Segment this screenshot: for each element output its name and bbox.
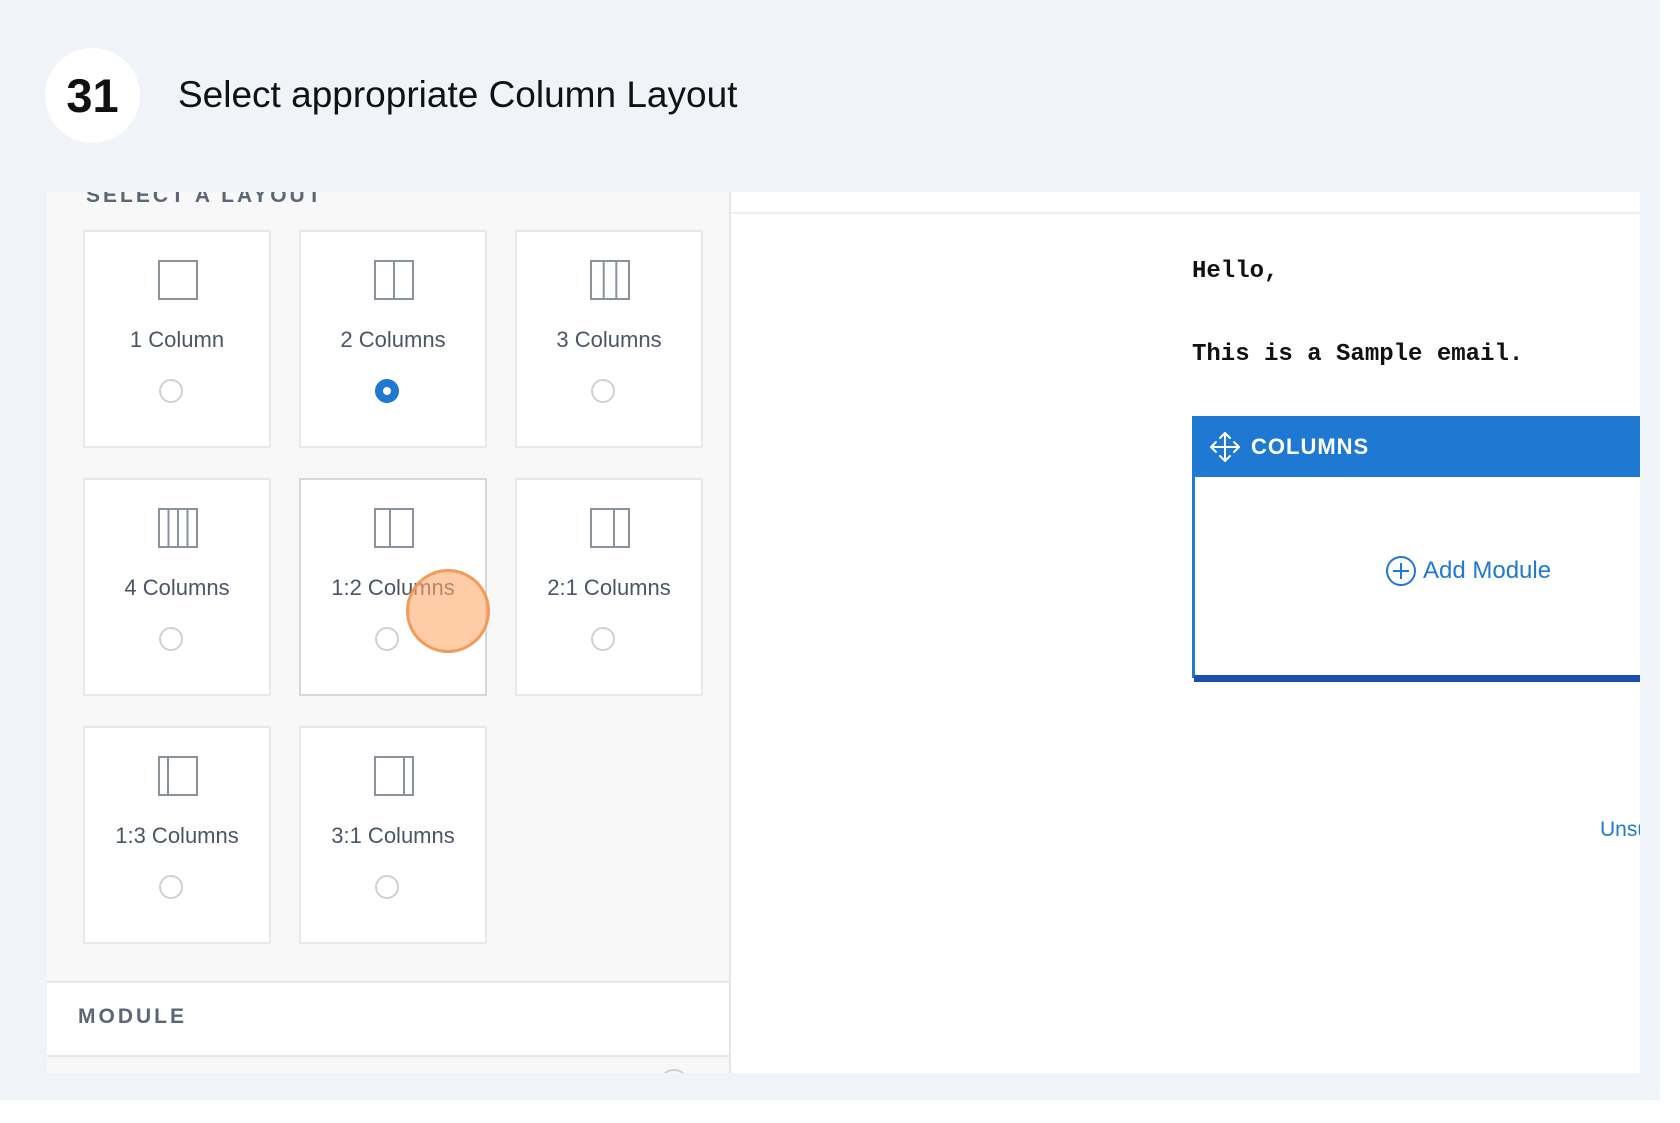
three-columns-icon: [590, 260, 630, 300]
layout-option-label: 2:1 Columns: [547, 575, 671, 600]
screenshot-frame: SELECT A LAYOUT 1 Column 2 Columns 3 Col…: [47, 192, 1640, 1073]
click-indicator: [406, 569, 490, 653]
email-preview: Hello, This is a Sample email. COLUMNS A…: [731, 192, 1640, 1073]
layout-option-label: 4 Columns: [124, 575, 230, 600]
columns-block-header[interactable]: COLUMNS: [1195, 419, 1640, 477]
divider: [731, 212, 1640, 214]
layout-option-2-columns[interactable]: 2 Columns: [299, 230, 487, 448]
move-icon[interactable]: [1209, 431, 1241, 463]
columns-block-title: COLUMNS: [1251, 434, 1370, 459]
layout-option-4-columns[interactable]: 4 Columns: [83, 478, 271, 696]
columns-block-underline: [1194, 675, 1640, 682]
layout-option-3-columns[interactable]: 3 Columns: [515, 230, 703, 448]
two-one-columns-icon: [590, 508, 630, 548]
layout-radio[interactable]: [375, 875, 399, 899]
layout-panel: SELECT A LAYOUT 1 Column 2 Columns 3 Col…: [47, 192, 731, 1073]
module-heading: MODULE: [78, 1005, 187, 1028]
three-one-columns-icon: [374, 756, 414, 796]
layout-option-label: 2 Columns: [340, 327, 446, 352]
layout-option-2-1-columns[interactable]: 2:1 Columns: [515, 478, 703, 696]
layout-radio[interactable]: [591, 627, 615, 651]
layout-option-1-3-columns[interactable]: 1:3 Columns: [83, 726, 271, 944]
layout-option-label: 1 Column: [129, 327, 225, 352]
one-column-icon: [158, 260, 198, 300]
add-module-label: Add Module: [1423, 557, 1552, 584]
one-three-columns-icon: [158, 756, 198, 796]
step-card: 31 Select appropriate Column Layout SELE…: [0, 0, 1660, 1100]
layout-radio[interactable]: [159, 627, 183, 651]
select-layout-heading: SELECT A LAYOUT: [86, 192, 324, 207]
add-module-button[interactable]: Add Module: [1385, 555, 1551, 587]
layout-radio[interactable]: [159, 875, 183, 899]
columns-block[interactable]: COLUMNS Add Module: [1192, 416, 1640, 678]
plus-circle-icon: [1386, 556, 1416, 586]
module-section[interactable]: MODULE: [47, 981, 729, 1057]
layout-option-label: 3 Columns: [556, 327, 662, 352]
email-body-text: This is a Sample email.: [1192, 341, 1524, 368]
layout-radio-selected[interactable]: [375, 379, 399, 403]
layout-option-label: 3:1 Columns: [331, 823, 455, 848]
layout-radio[interactable]: [591, 379, 615, 403]
email-greeting: Hello,: [1192, 258, 1279, 285]
unsubscribe-link[interactable]: Unsubsc: [1600, 818, 1640, 842]
step-title: Select appropriate Column Layout: [178, 74, 738, 115]
step-number-badge: 31: [45, 48, 140, 143]
layout-radio[interactable]: [159, 379, 183, 403]
layout-option-label: 1:3 Columns: [115, 823, 239, 848]
one-two-columns-icon: [374, 508, 414, 548]
four-columns-icon: [158, 508, 198, 548]
partial-radio: [659, 1069, 689, 1073]
layout-option-1-column[interactable]: 1 Column: [83, 230, 271, 448]
layout-radio[interactable]: [375, 627, 399, 651]
two-columns-icon: [374, 260, 414, 300]
layout-option-3-1-columns[interactable]: 3:1 Columns: [299, 726, 487, 944]
